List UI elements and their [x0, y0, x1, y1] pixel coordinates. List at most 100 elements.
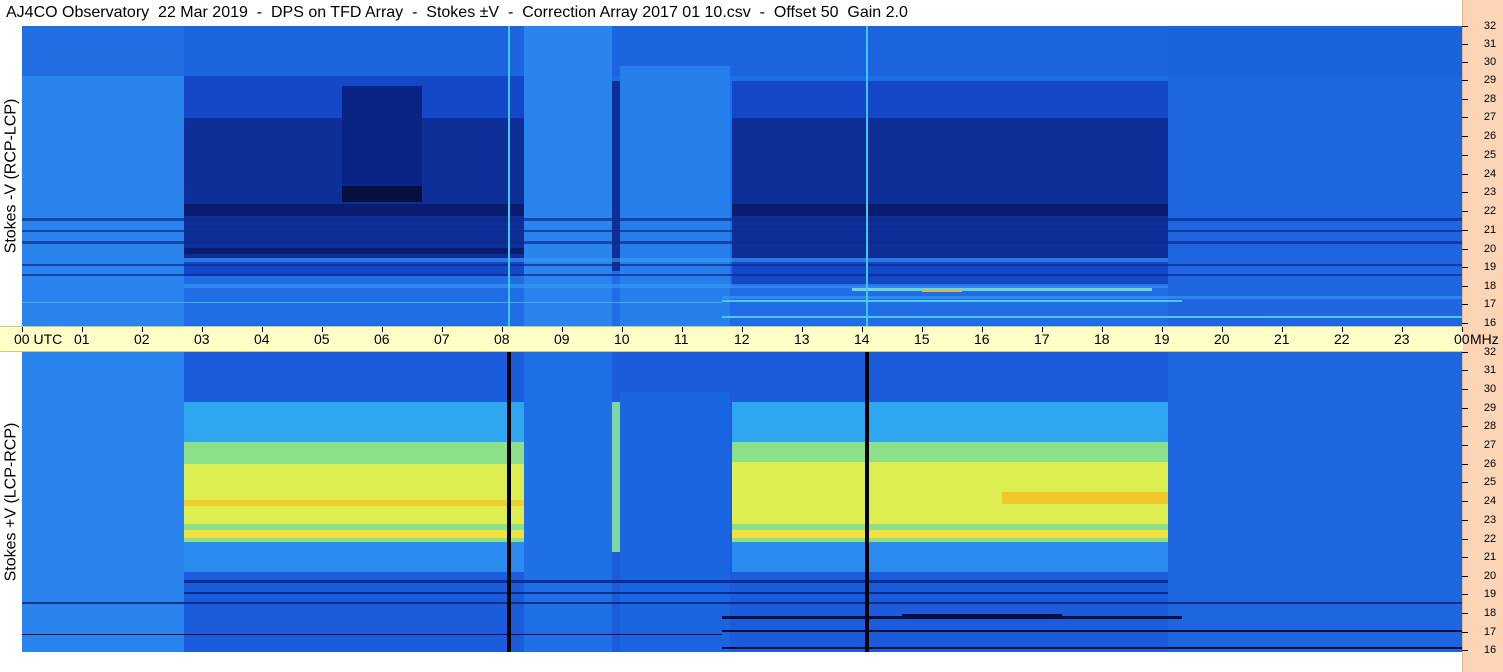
freq-tick: [1462, 594, 1468, 595]
freq-tick: [1462, 445, 1468, 446]
time-label-19: 19: [1154, 331, 1170, 347]
time-label-01: 01: [74, 331, 90, 347]
freq-label-24: 24: [1483, 495, 1497, 507]
freq-tick: [1462, 155, 1468, 156]
time-label-00: 00: [1454, 331, 1470, 347]
freq-tick: [1462, 482, 1468, 483]
freq-tick: [1462, 62, 1468, 63]
freq-label-18: 18: [1483, 607, 1497, 619]
freq-tick: [1462, 650, 1468, 651]
time-label-05: 05: [314, 331, 330, 347]
freq-tick: [1462, 426, 1468, 427]
freq-label-26: 26: [1483, 458, 1497, 470]
freq-label-17: 17: [1483, 626, 1497, 638]
top-panel-label: Stokes -V (RCP-LCP): [0, 26, 22, 326]
freq-tick: [1462, 304, 1468, 305]
time-label-06: 06: [374, 331, 390, 347]
bottom-panel-label-text: Stokes +V (LCP-RCP): [2, 422, 19, 582]
freq-label-16: 16: [1483, 317, 1497, 329]
time-label-15: 15: [914, 331, 930, 347]
spectrogram-top-graphic: [22, 26, 1462, 326]
freq-label-17: 17: [1483, 298, 1497, 310]
time-axis: 00 UTC 01 02 03 04 05 06 07 08 09 10 11 …: [0, 326, 1499, 352]
freq-tick: [1462, 464, 1468, 465]
freq-label-26: 26: [1483, 130, 1497, 142]
bottom-panel-label: Stokes +V (LCP-RCP): [0, 352, 22, 652]
time-label-23: 23: [1394, 331, 1410, 347]
freq-tick: [1462, 576, 1468, 577]
freq-label-24: 24: [1483, 168, 1497, 180]
time-label-12: 12: [734, 331, 750, 347]
freq-tick: [1462, 230, 1468, 231]
freq-tick: [1462, 557, 1468, 558]
freq-label-28: 28: [1483, 93, 1497, 105]
freq-tick: [1462, 249, 1468, 250]
freq-label-19: 19: [1483, 588, 1497, 600]
freq-label-19: 19: [1483, 261, 1497, 273]
freq-label-27: 27: [1483, 439, 1497, 451]
time-label-21: 21: [1274, 331, 1290, 347]
freq-label-29: 29: [1483, 74, 1497, 86]
time-label-14: 14: [854, 331, 870, 347]
freq-tick: [1462, 99, 1468, 100]
freq-tick: [1462, 501, 1468, 502]
spectrogram-bottom-graphic: [22, 352, 1462, 652]
time-label-07: 07: [434, 331, 450, 347]
freq-label-18: 18: [1483, 280, 1497, 292]
freq-label-32: 32: [1483, 20, 1497, 32]
time-label-22: 22: [1334, 331, 1350, 347]
freq-tick: [1462, 286, 1468, 287]
spectrogram-stokes-plus-v: [22, 352, 1462, 652]
top-panel-label-text: Stokes -V (RCP-LCP): [2, 98, 20, 254]
freq-label-29: 29: [1483, 402, 1497, 414]
freq-label-23: 23: [1483, 514, 1497, 526]
time-label-00-utc: 00 UTC: [14, 331, 63, 347]
time-label-10: 10: [614, 331, 630, 347]
freq-label-31: 31: [1483, 38, 1497, 50]
freq-label-25: 25: [1483, 476, 1497, 488]
time-label-17: 17: [1034, 331, 1050, 347]
freq-label-27: 27: [1483, 111, 1497, 123]
freq-label-20: 20: [1483, 243, 1497, 255]
time-label-11: 11: [674, 331, 689, 347]
time-label-09: 09: [554, 331, 570, 347]
freq-tick: [1462, 389, 1468, 390]
freq-tick: [1462, 80, 1468, 81]
time-label-08: 08: [494, 331, 510, 347]
freq-tick: [1462, 613, 1468, 614]
freq-label-21: 21: [1483, 551, 1497, 563]
time-label-04: 04: [254, 331, 270, 347]
freq-tick: [1462, 323, 1468, 324]
freq-label-28: 28: [1483, 420, 1497, 432]
freq-label-22: 22: [1483, 533, 1497, 545]
freq-tick: [1462, 408, 1468, 409]
freq-label-22: 22: [1483, 205, 1497, 217]
window-title: AJ4CO Observatory 22 Mar 2019 - DPS on T…: [6, 4, 908, 21]
freq-tick: [1462, 539, 1468, 540]
freq-tick: [1462, 174, 1468, 175]
freq-label-30: 30: [1483, 383, 1497, 395]
time-label-02: 02: [134, 331, 150, 347]
freq-label-31: 31: [1483, 364, 1497, 376]
freq-tick: [1462, 44, 1468, 45]
freq-tick: [1462, 211, 1468, 212]
freq-tick: [1462, 117, 1468, 118]
freq-tick: [1462, 370, 1468, 371]
freq-label-23: 23: [1483, 186, 1497, 198]
freq-tick: [1462, 520, 1468, 521]
time-label-20: 20: [1214, 331, 1230, 347]
freq-tick: [1462, 267, 1468, 268]
freq-tick: [1462, 26, 1468, 27]
freq-label-25: 25: [1483, 149, 1497, 161]
time-label-13: 13: [794, 331, 810, 347]
mhz-unit-label: MHz: [1470, 331, 1499, 347]
freq-tick: [1462, 136, 1468, 137]
freq-label-16: 16: [1483, 644, 1497, 656]
freq-label-20: 20: [1483, 570, 1497, 582]
time-label-18: 18: [1094, 331, 1110, 347]
freq-tick: [1462, 192, 1468, 193]
time-label-16: 16: [974, 331, 990, 347]
freq-tick: [1462, 632, 1468, 633]
freq-tick: [1462, 352, 1468, 353]
time-label-03: 03: [194, 331, 210, 347]
